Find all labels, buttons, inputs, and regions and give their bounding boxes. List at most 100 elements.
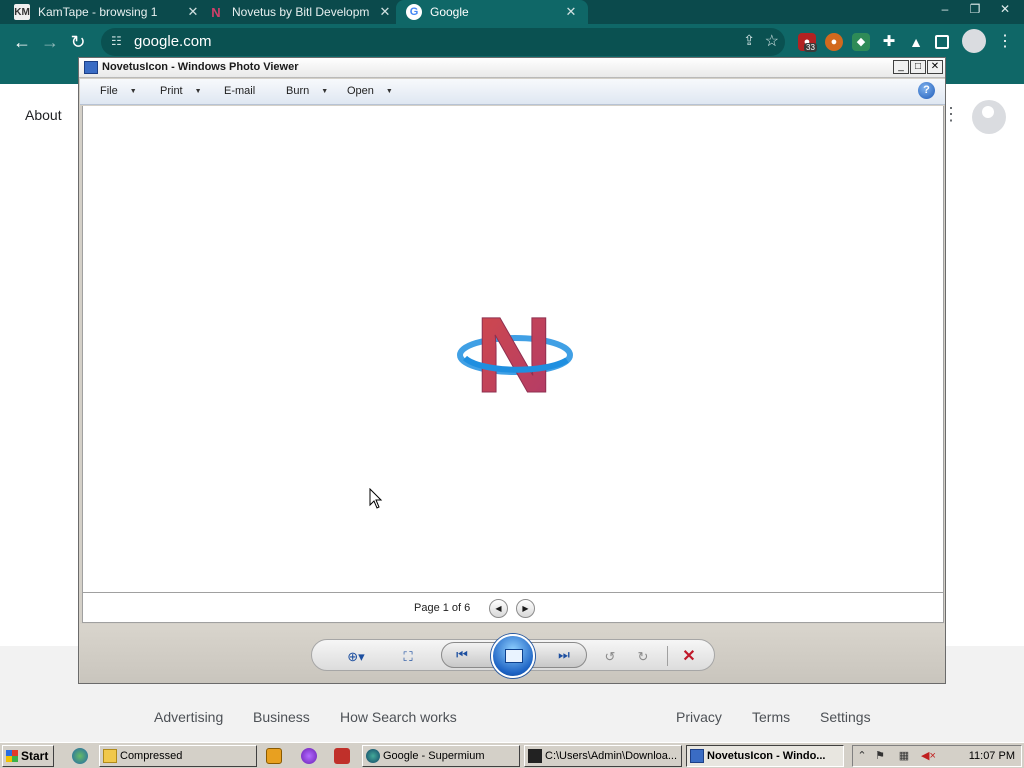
toolbar-separator	[667, 646, 668, 666]
globe-extension-icon[interactable]: ◆	[852, 33, 870, 51]
taskbar-item-photo-viewer[interactable]: NovetusIcon - Windo...	[686, 745, 844, 767]
page-indicator: Page 1 of 6	[414, 602, 471, 614]
menu-label: File	[100, 85, 118, 97]
footer-link-how-search-works[interactable]: How Search works	[340, 709, 457, 725]
start-button[interactable]: Start	[2, 745, 54, 767]
page-indicator-bar: Page 1 of 6 ◀ ▶	[82, 592, 944, 623]
taskbar-item-compressed[interactable]: Compressed	[99, 745, 257, 767]
rotate-clockwise-icon[interactable]: ↻	[631, 647, 655, 667]
bookmark-star-icon[interactable]: ☆	[765, 31, 779, 51]
minimize-icon[interactable]: _	[893, 60, 909, 74]
google-favicon-icon: G	[406, 4, 422, 20]
close-icon[interactable]: ✕	[378, 4, 392, 20]
photo-viewer-titlebar[interactable]: NovetusIcon - Windows Photo Viewer _ □ ✕	[79, 58, 945, 78]
footer-link-terms[interactable]: Terms	[752, 709, 790, 725]
network-icon[interactable]: ▦	[897, 749, 911, 763]
footer-link-privacy[interactable]: Privacy	[676, 709, 722, 725]
close-window-icon[interactable]: ✕	[992, 0, 1018, 18]
folder-icon	[103, 749, 117, 763]
action-center-flag-icon[interactable]: ⚑	[873, 749, 887, 763]
menu-burn[interactable]: Burn ▼	[286, 85, 328, 97]
address-url[interactable]: google.com	[134, 33, 212, 50]
next-image-icon[interactable]: ⏭	[552, 645, 576, 665]
tab-title: Google	[430, 5, 469, 19]
window-title: NovetusIcon - Windows Photo Viewer	[102, 61, 299, 73]
help-icon[interactable]: ?	[918, 82, 935, 99]
photo-viewer-app-icon	[84, 61, 98, 74]
close-icon[interactable]: ✕	[927, 60, 943, 74]
purple-app-icon[interactable]	[301, 748, 317, 764]
browser-tabstrip: KM KamTape - browsing 1 ✕ N Novetus by B…	[0, 0, 1024, 24]
browser-window-controls: – ❐ ✕	[932, 0, 1018, 20]
dropdown-arrow-icon: ▼	[194, 87, 202, 95]
footer-link-advertising[interactable]: Advertising	[154, 709, 223, 725]
zoom-icon[interactable]: ⊕▾	[338, 647, 374, 667]
menu-label: E-mail	[224, 85, 256, 97]
delete-icon[interactable]: ✕	[677, 647, 701, 667]
caption-buttons: _ □ ✕	[893, 60, 943, 74]
tab-title: Novetus by Bitl Developm	[232, 5, 370, 19]
minimize-icon[interactable]: –	[932, 0, 958, 18]
mouse-cursor-icon	[369, 488, 383, 509]
red-app-icon[interactable]	[334, 748, 350, 764]
forward-arrow-icon[interactable]: →	[38, 30, 62, 54]
taskbar-item-7zip[interactable]: C:\Users\Admin\Downloa...	[524, 745, 682, 767]
tab-kamtape[interactable]: KM KamTape - browsing 1 ✕	[14, 0, 200, 24]
novetus-logo-image: N	[457, 300, 573, 404]
puzzle-extensions-icon[interactable]: ✚	[880, 33, 898, 51]
account-avatar[interactable]	[972, 100, 1006, 134]
close-icon[interactable]: ✕	[564, 4, 578, 20]
menu-email[interactable]: E-mail	[224, 85, 255, 97]
taskbar-item-supermium[interactable]: Google - Supermium	[362, 745, 520, 767]
reload-icon[interactable]: ↻	[66, 30, 90, 54]
next-page-icon[interactable]: ▶	[516, 599, 535, 618]
media-quicklaunch-icon[interactable]	[266, 748, 282, 764]
back-arrow-icon[interactable]: ←	[10, 30, 34, 54]
close-icon[interactable]: ✕	[186, 4, 200, 20]
rotate-counterclockwise-icon[interactable]: ↺	[598, 647, 622, 667]
viewer-control-bar: ⊕▾ ⛶ ⏮ ⏭ ↺ ↻ ✕	[80, 624, 945, 683]
image-canvas[interactable]: N	[82, 106, 944, 592]
photo-viewer-menubar: File ▼ Print ▼ E-mail Burn ▼ Open ▼ ?	[80, 79, 945, 105]
address-bar[interactable]: ☷ google.com ⇪ ☆	[101, 28, 785, 56]
menu-label: Open	[347, 85, 374, 97]
labs-flask-icon[interactable]: ▲	[907, 33, 925, 51]
previous-image-icon[interactable]: ⏮	[450, 645, 474, 665]
menu-open[interactable]: Open ▼	[347, 85, 393, 97]
volume-muted-icon[interactable]: ◀×	[921, 749, 936, 763]
7zip-icon	[528, 749, 542, 763]
more-menu-icon[interactable]: ⋮	[996, 33, 1014, 51]
clock[interactable]: 11:07 PM	[969, 750, 1015, 762]
share-icon[interactable]: ⇪	[743, 32, 755, 49]
restore-icon[interactable]: ❐	[962, 0, 988, 18]
tab-google[interactable]: G Google ✕	[396, 0, 588, 24]
footer-link-business[interactable]: Business	[253, 709, 310, 725]
dropdown-arrow-icon: ▼	[321, 87, 329, 95]
menu-file[interactable]: File ▼	[100, 85, 137, 97]
profile-avatar-icon[interactable]	[962, 29, 986, 53]
menu-label: Print	[160, 85, 183, 97]
task-label: NovetusIcon - Windo...	[707, 750, 826, 762]
tab-title: KamTape - browsing 1	[38, 5, 158, 19]
browser-toolbar: ← → ↻ ☷ google.com ⇪ ☆ ● ● ◆ ✚ ▲ ⋮	[0, 24, 1024, 60]
tray-expand-icon[interactable]: ⌃	[855, 749, 869, 763]
browser-quicklaunch-icon[interactable]	[72, 748, 88, 764]
dropdown-arrow-icon: ▼	[129, 87, 137, 95]
slideshow-play-button[interactable]	[491, 634, 535, 678]
menu-print[interactable]: Print ▼	[160, 85, 202, 97]
cookie-extension-icon[interactable]: ●	[825, 33, 843, 51]
photo-viewer-icon	[690, 749, 704, 763]
footer-link-settings[interactable]: Settings	[820, 709, 871, 725]
logo-letter: N	[475, 300, 553, 404]
site-info-icon[interactable]: ☷	[111, 34, 127, 50]
maximize-icon[interactable]: □	[910, 60, 926, 74]
extension-badge: 33	[804, 43, 817, 52]
actual-size-icon[interactable]: ⛶	[396, 647, 420, 667]
task-label: Google - Supermium	[383, 750, 485, 762]
side-panel-icon[interactable]	[935, 35, 949, 49]
controls-pill: ⊕▾ ⛶ ⏮ ⏭ ↺ ↻ ✕	[311, 634, 715, 678]
tab-novetus[interactable]: N Novetus by Bitl Developm ✕	[208, 0, 392, 24]
about-link[interactable]: About	[25, 107, 62, 123]
menu-label: Burn	[286, 85, 310, 97]
previous-page-icon[interactable]: ◀	[489, 599, 508, 618]
